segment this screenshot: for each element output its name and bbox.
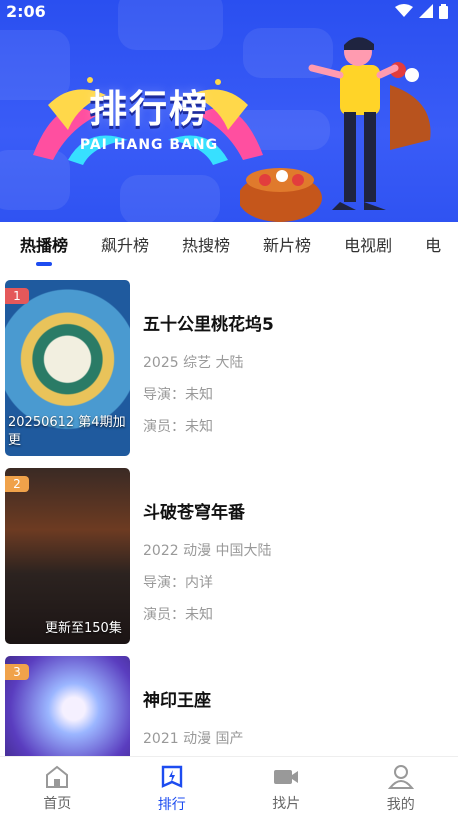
nav-home[interactable]: 首页 [0, 757, 115, 820]
nav-profile-label: 我的 [386, 796, 415, 813]
home-icon [46, 765, 69, 788]
user-icon [387, 764, 414, 789]
wifi-icon [395, 4, 413, 17]
item-director: 导演：未知 [143, 387, 213, 403]
signal-icon [419, 4, 433, 18]
item-title[interactable]: 神印王座 [143, 686, 244, 711]
poster-image[interactable]: 1 20250612 第4期加更 [5, 280, 130, 456]
tab-hot-play[interactable]: 热播榜 [20, 232, 68, 266]
item-meta: 2025 综艺 大陆 [143, 355, 244, 371]
status-icons [395, 3, 448, 19]
item-meta: 2021 动漫 国产 [143, 731, 244, 747]
nav-home-label: 首页 [43, 795, 72, 812]
banner-title: 排行榜 [88, 87, 209, 131]
item-title[interactable]: 五十公里桃花坞5 [143, 310, 274, 335]
ranking-icon [161, 765, 182, 788]
item-director: 导演：内详 [143, 575, 213, 591]
item-actors: 演员：未知 [143, 607, 213, 623]
rank-badge: 2 [5, 476, 29, 492]
nav-find-video-label: 找片 [272, 795, 301, 812]
item-info: 神印王座 2021 动漫 国产 [143, 686, 244, 755]
banner-subtitle: PAI HANG BANG [79, 137, 219, 153]
item-actors: 演员：未知 [143, 419, 213, 435]
video-camera-icon [274, 769, 299, 784]
nav-profile[interactable]: 我的 [344, 757, 458, 820]
item-title[interactable]: 斗破苍穹年番 [143, 498, 272, 523]
rank-badge: 1 [5, 288, 29, 304]
item-info: 五十公里桃花坞5 2025 综艺 大陆 导演：未知 演员：未知 [143, 310, 274, 443]
tab-hot-search[interactable]: 热搜榜 [182, 232, 230, 256]
delivery-person-illustration [240, 37, 431, 222]
bottom-navigation: 首页 排行 找片 我的 [0, 756, 458, 820]
hero-banner: 2:06 排行榜 PAI HANG BANG [0, 0, 458, 222]
poster-update-note: 更新至150集 [45, 621, 122, 636]
tab-tv-series[interactable]: 电视剧 [344, 232, 392, 256]
ranking-list: 1 20250612 第4期加更 五十公里桃花坞5 2025 综艺 大陆 导演：… [0, 280, 458, 820]
battery-icon [439, 3, 448, 19]
tab-rising[interactable]: 飙升榜 [101, 232, 149, 256]
nav-find-video[interactable]: 找片 [229, 757, 344, 820]
banner-title-block: 排行榜 PAI HANG BANG [34, 64, 264, 164]
nav-ranking-label: 排行 [157, 796, 186, 813]
tab-more[interactable]: 电 [425, 232, 441, 256]
poster-update-note: 20250612 第4期加更 [8, 415, 126, 448]
ranking-tabs: 热播榜 飙升榜 热搜榜 新片榜 电视剧 电 [0, 222, 458, 266]
banner-tile [120, 175, 220, 222]
rank-badge: 3 [5, 664, 29, 680]
nav-ranking[interactable]: 排行 [115, 757, 230, 820]
list-item[interactable]: 2 更新至150集 斗破苍穹年番 2022 动漫 中国大陆 导演：内详 演员：未… [0, 468, 458, 656]
poster-image[interactable]: 2 更新至150集 [5, 468, 130, 644]
status-bar: 2:06 [0, 0, 458, 22]
status-time: 2:06 [6, 1, 46, 21]
tab-new-release[interactable]: 新片榜 [263, 232, 311, 256]
item-info: 斗破苍穹年番 2022 动漫 中国大陆 导演：内详 演员：未知 [143, 498, 272, 631]
list-item[interactable]: 1 20250612 第4期加更 五十公里桃花坞5 2025 综艺 大陆 导演：… [0, 280, 458, 468]
item-meta: 2022 动漫 中国大陆 [143, 543, 272, 559]
